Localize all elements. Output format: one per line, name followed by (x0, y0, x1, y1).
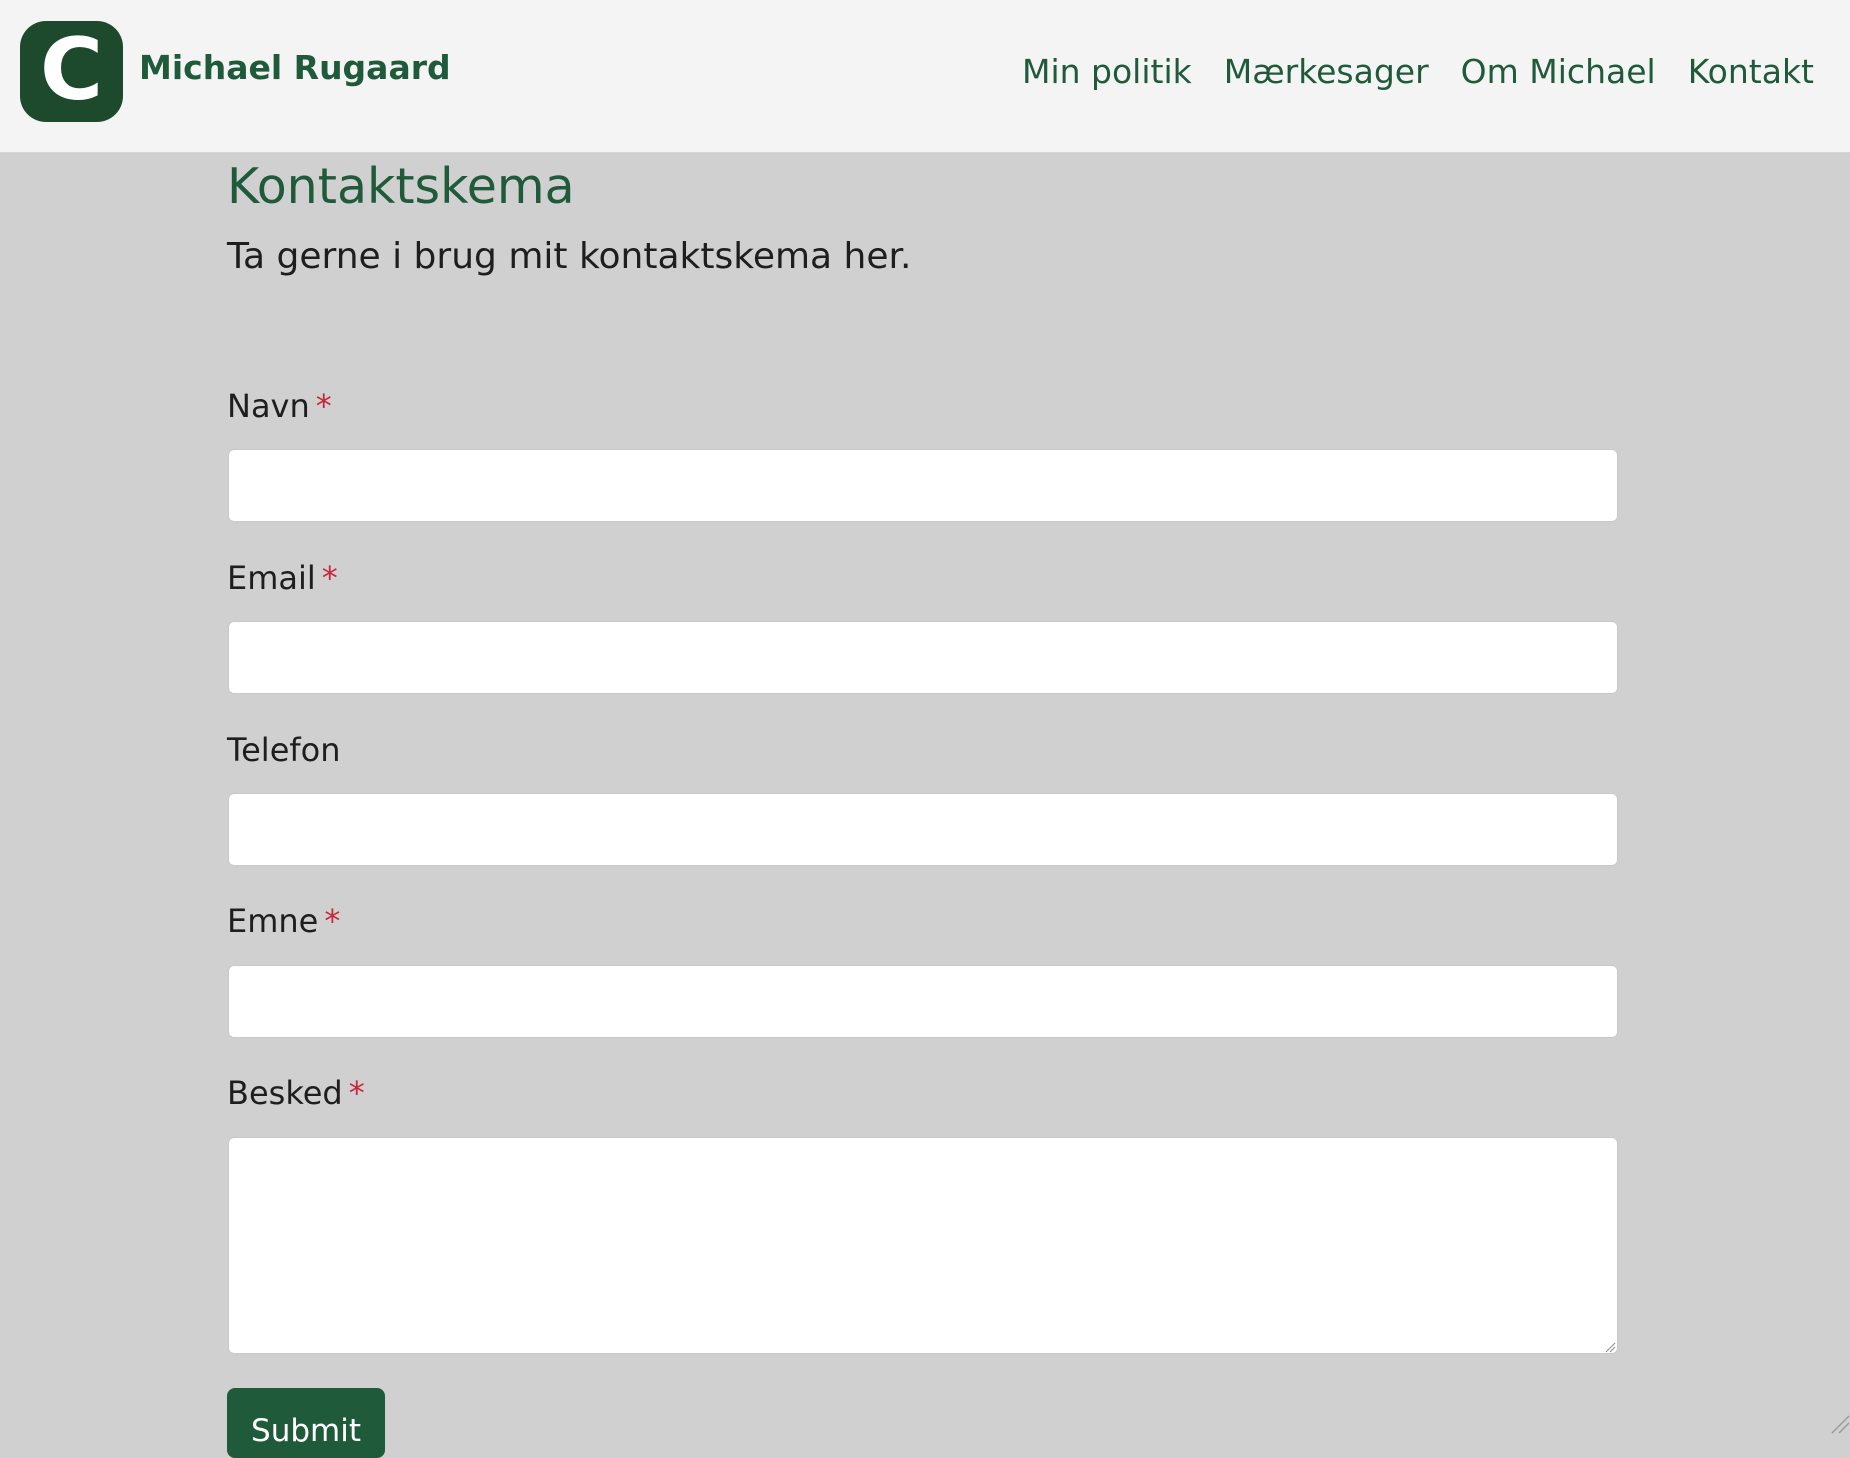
phone-label-text: Telefon (227, 731, 341, 769)
required-marker: * (316, 387, 332, 425)
site-header: C Michael Rugaard Min politik Mærkesager… (0, 0, 1850, 153)
required-marker: * (322, 559, 338, 597)
subject-label-text: Emne (227, 902, 318, 940)
intro-text: Ta gerne i brug mit kontaktskema her. (227, 236, 911, 277)
main-nav: Min politik Mærkesager Om Michael Kontak… (1022, 52, 1814, 91)
phone-input[interactable] (228, 793, 1618, 866)
message-textarea[interactable] (228, 1137, 1618, 1354)
message-label-text: Besked (227, 1074, 343, 1112)
page-title: Kontaktskema (227, 158, 575, 215)
required-marker: * (349, 1074, 365, 1112)
name-label: Navn* (227, 387, 332, 425)
subject-label: Emne* (227, 902, 340, 940)
submit-button[interactable]: Submit (227, 1388, 385, 1458)
party-logo[interactable]: C (20, 21, 123, 122)
phone-label: Telefon (227, 731, 341, 769)
textarea-resize-handle[interactable] (1604, 1341, 1616, 1353)
nav-item-om-michael[interactable]: Om Michael (1461, 52, 1656, 91)
site-name[interactable]: Michael Rugaard (139, 48, 451, 87)
name-label-text: Navn (227, 387, 310, 425)
message-label: Besked* (227, 1074, 365, 1112)
window-resize-handle[interactable] (1828, 1412, 1850, 1434)
email-input[interactable] (228, 621, 1618, 694)
nav-item-kontakt[interactable]: Kontakt (1688, 52, 1814, 91)
name-input[interactable] (228, 449, 1618, 522)
email-label: Email* (227, 559, 338, 597)
nav-item-maerkesager[interactable]: Mærkesager (1224, 52, 1429, 91)
subject-input[interactable] (228, 965, 1618, 1038)
required-marker: * (324, 902, 340, 940)
logo-letter: C (40, 27, 103, 113)
nav-item-min-politik[interactable]: Min politik (1022, 52, 1192, 91)
email-label-text: Email (227, 559, 316, 597)
